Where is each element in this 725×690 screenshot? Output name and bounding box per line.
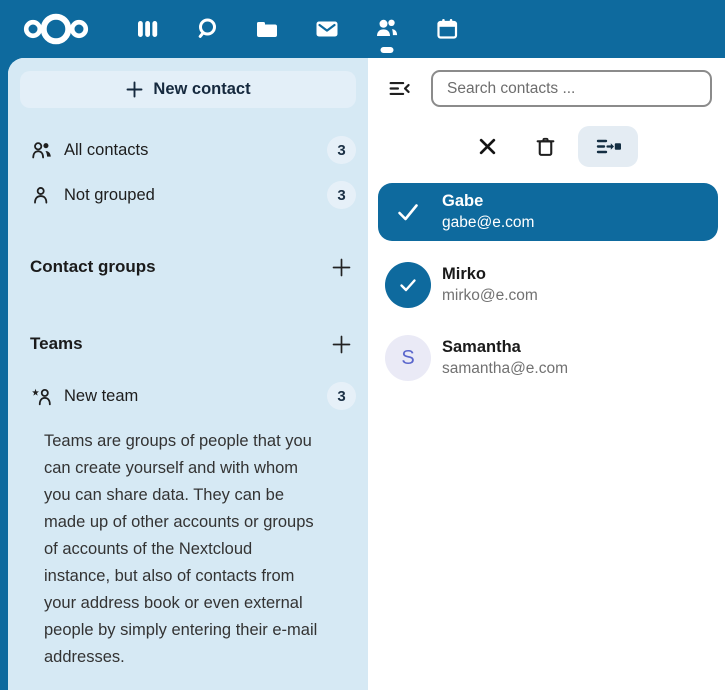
app-files-button[interactable] [237, 0, 297, 58]
cancel-selection-button[interactable] [469, 129, 505, 165]
contact-email: samantha@e.com [442, 358, 568, 379]
list-merge-icon [595, 135, 622, 158]
contact-email: gabe@e.com [442, 212, 534, 233]
sidebar-item-label: Not grouped [64, 186, 155, 205]
trash-icon [534, 135, 557, 158]
topbar [0, 0, 725, 58]
calendar-icon [435, 17, 460, 41]
sidebar-item-not-grouped[interactable]: Not grouped 3 [8, 177, 368, 213]
collapse-sidebar-icon [387, 76, 412, 101]
add-contact-group-button[interactable] [326, 253, 356, 281]
app-content: New contact All contacts 3 Not grouped [8, 58, 725, 690]
avatar[interactable] [385, 262, 431, 308]
new-contact-label: New contact [153, 80, 250, 99]
contact-row[interactable]: S Samantha samantha@e.com [378, 329, 718, 387]
contacts-sidebar: New contact All contacts 3 Not grouped [8, 58, 368, 690]
plus-icon [125, 80, 144, 99]
people-icon [30, 140, 52, 160]
columns-icon [135, 17, 160, 41]
check-icon [394, 198, 422, 226]
sidebar-item-new-team[interactable]: New team 3 [8, 378, 368, 414]
app-deck-button[interactable] [117, 0, 177, 58]
folder-icon [254, 17, 280, 41]
app-search-button[interactable] [177, 0, 237, 58]
active-app-indicator [381, 47, 394, 53]
sidebar-nav: All contacts 3 Not grouped 3 [8, 132, 368, 213]
selection-toolbar [368, 126, 725, 167]
collapse-sidebar-button[interactable] [384, 71, 414, 107]
app-menu [117, 0, 477, 58]
team-star-icon [30, 386, 52, 406]
contact-list-panel: Gabe gabe@e.com Mirko mirko@e.com S [368, 58, 725, 690]
selected-check [385, 189, 431, 235]
add-team-button[interactable] [326, 330, 356, 358]
contact-row[interactable]: Mirko mirko@e.com [378, 256, 718, 314]
count-badge: 3 [327, 382, 356, 410]
person-icon [30, 185, 52, 205]
contact-name: Gabe [442, 191, 534, 212]
contact-name: Mirko [442, 264, 538, 285]
plus-icon [331, 334, 352, 355]
mail-icon [314, 17, 340, 41]
contact-email: mirko@e.com [442, 285, 538, 306]
app-contacts-button[interactable] [357, 0, 417, 58]
contact-list: Gabe gabe@e.com Mirko mirko@e.com S [368, 183, 725, 402]
close-icon [478, 137, 497, 156]
new-contact-button[interactable]: New contact [20, 71, 356, 108]
search-input[interactable] [431, 70, 712, 107]
contact-text: Gabe gabe@e.com [442, 191, 534, 233]
count-badge: 3 [327, 136, 356, 164]
teams-header: Teams [8, 330, 368, 358]
contact-row[interactable]: Gabe gabe@e.com [378, 183, 718, 241]
contact-text: Samantha samantha@e.com [442, 337, 568, 379]
contact-text: Mirko mirko@e.com [442, 264, 538, 306]
contacts-icon [374, 17, 401, 41]
merge-selected-button[interactable] [578, 126, 638, 167]
sidebar-item-label: All contacts [64, 141, 148, 160]
sidebar-item-label: New team [64, 387, 138, 406]
app-calendar-button[interactable] [417, 0, 477, 58]
list-header-row [368, 70, 725, 107]
teams-description: Teams are groups of people that you can … [44, 428, 320, 671]
plus-icon [331, 257, 352, 278]
teams-title: Teams [30, 334, 83, 354]
contact-groups-title: Contact groups [30, 257, 156, 277]
app-mail-button[interactable] [297, 0, 357, 58]
delete-selected-button[interactable] [527, 129, 563, 165]
search-icon [194, 16, 220, 42]
sidebar-item-all-contacts[interactable]: All contacts 3 [8, 132, 368, 168]
nextcloud-logo[interactable] [16, 9, 96, 49]
avatar-initial: S [401, 347, 414, 370]
contact-name: Samantha [442, 337, 568, 358]
avatar[interactable]: S [385, 335, 431, 381]
check-icon [396, 273, 420, 297]
contact-groups-header: Contact groups [8, 253, 368, 281]
count-badge: 3 [327, 181, 356, 209]
